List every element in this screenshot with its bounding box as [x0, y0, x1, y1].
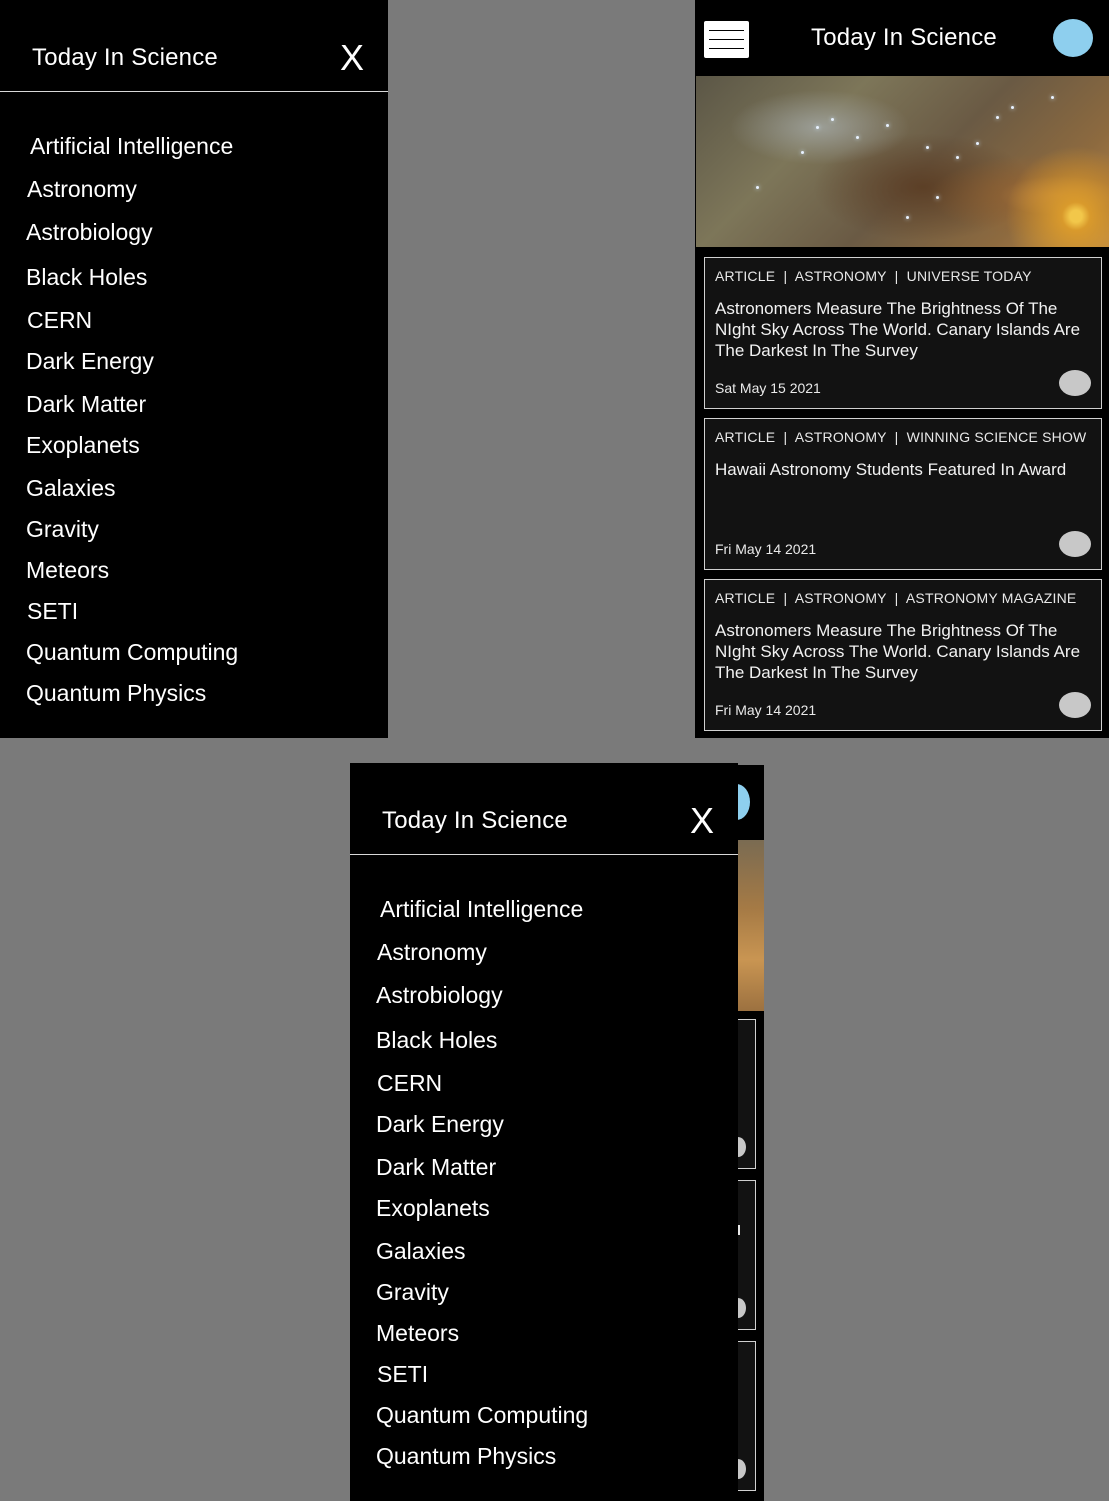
close-icon[interactable]: X: [340, 38, 364, 78]
bookmark-toggle-icon[interactable]: [1059, 531, 1091, 557]
hamburger-icon[interactable]: [704, 21, 749, 58]
topic-item-black-holes[interactable]: Black Holes: [26, 263, 147, 291]
article-card[interactable]: ARTICLE | ASTRONOMY | UNIVERSE TODAY Ast…: [704, 257, 1102, 409]
bookmark-toggle-icon[interactable]: [1059, 692, 1091, 718]
avatar[interactable]: [1053, 19, 1093, 57]
article-headline[interactable]: Hawaii Astronomy Students Featured In Aw…: [715, 459, 1090, 480]
article-headline[interactable]: Astronomers Measure The Brightness Of Th…: [715, 620, 1090, 683]
topic-item-astrobiology[interactable]: Astrobiology: [376, 981, 503, 1009]
hero-image-galaxy: [738, 840, 764, 1011]
topic-item-seti[interactable]: SETI: [377, 1360, 428, 1388]
topic-item-quantum-computing[interactable]: Quantum Computing: [376, 1401, 588, 1429]
topic-item-dark-energy[interactable]: Dark Energy: [376, 1110, 504, 1138]
topic-item-black-holes[interactable]: Black Holes: [376, 1026, 497, 1054]
topic-item-galaxies[interactable]: Galaxies: [26, 474, 115, 502]
article-date: Fri May 14 2021: [715, 702, 817, 718]
nav-drawer-bottom: Today In Science X Artificial Intelligen…: [350, 763, 738, 1501]
topic-item-artificial-intelligence[interactable]: Artificial Intelligence: [380, 895, 583, 923]
topic-item-gravity[interactable]: Gravity: [376, 1278, 449, 1306]
topic-item-exoplanets[interactable]: Exoplanets: [376, 1194, 490, 1222]
topic-item-meteors[interactable]: Meteors: [376, 1319, 459, 1347]
avatar[interactable]: [738, 784, 750, 820]
topic-item-galaxies[interactable]: Galaxies: [376, 1237, 465, 1265]
topic-item-astrobiology[interactable]: Astrobiology: [26, 218, 153, 246]
topic-item-cern[interactable]: CERN: [27, 306, 92, 334]
bookmark-toggle-icon[interactable]: [1059, 370, 1091, 396]
topic-item-exoplanets[interactable]: Exoplanets: [26, 431, 140, 459]
article-meta: ARTICLE | ASTRONOMY | ASTRONOMY MAGAZINE: [715, 590, 1077, 606]
drawer-title: Today In Science: [32, 44, 218, 71]
topic-item-astronomy[interactable]: Astronomy: [377, 938, 487, 966]
drawer-title: Today In Science: [382, 807, 568, 834]
topic-item-astronomy[interactable]: Astronomy: [27, 175, 137, 203]
article-card[interactable]: ARTICLE | ASTRONOMY | WINNING SCIENCE SH…: [704, 418, 1102, 570]
topic-item-dark-energy[interactable]: Dark Energy: [26, 347, 154, 375]
app-screen-peek: [738, 765, 764, 1501]
topic-item-artificial-intelligence[interactable]: Artificial Intelligence: [30, 132, 233, 160]
app-title: Today In Science: [811, 24, 997, 51]
article-headline[interactable]: Astronomers Measure The Brightness Of Th…: [715, 298, 1090, 361]
topic-item-cern[interactable]: CERN: [377, 1069, 442, 1097]
headline-fragment: [738, 1225, 740, 1235]
drawer-header: Today In Science X: [350, 763, 738, 855]
drawer-header: Today In Science X: [0, 0, 388, 92]
topic-item-seti[interactable]: SETI: [27, 597, 78, 625]
topic-item-quantum-physics[interactable]: Quantum Physics: [376, 1442, 556, 1470]
article-meta: ARTICLE | ASTRONOMY | WINNING SCIENCE SH…: [715, 429, 1087, 445]
topic-item-dark-matter[interactable]: Dark Matter: [26, 390, 146, 418]
topic-item-gravity[interactable]: Gravity: [26, 515, 99, 543]
topic-item-quantum-physics[interactable]: Quantum Physics: [26, 679, 206, 707]
topic-item-dark-matter[interactable]: Dark Matter: [376, 1153, 496, 1181]
topic-item-quantum-computing[interactable]: Quantum Computing: [26, 638, 238, 666]
topic-item-meteors[interactable]: Meteors: [26, 556, 109, 584]
article-meta: ARTICLE | ASTRONOMY | UNIVERSE TODAY: [715, 268, 1032, 284]
hero-image-galaxy: [696, 76, 1109, 247]
article-date: Fri May 14 2021: [715, 541, 817, 557]
article-card[interactable]: ARTICLE | ASTRONOMY | ASTRONOMY MAGAZINE…: [704, 579, 1102, 731]
close-icon[interactable]: X: [690, 801, 714, 841]
nav-drawer-top: Today In Science X Artificial Intelligen…: [0, 0, 388, 738]
article-date: Sat May 15 2021: [715, 380, 821, 396]
